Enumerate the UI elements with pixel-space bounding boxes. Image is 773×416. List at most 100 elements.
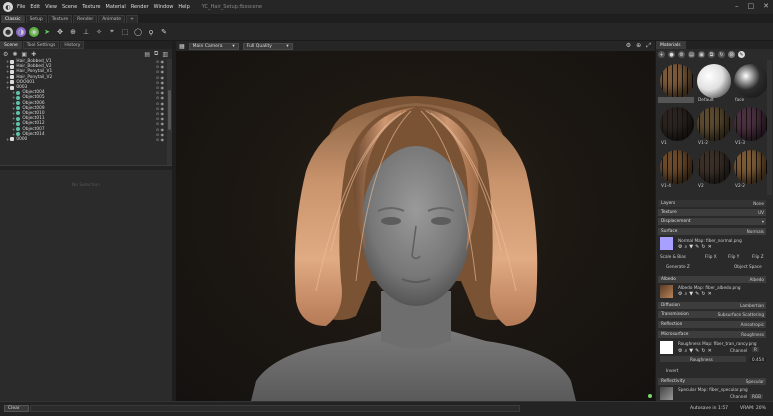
tab-animate[interactable]: Animate [98,15,126,23]
box-select-icon[interactable]: ⬚ [120,27,130,37]
scale-icon[interactable]: ⊥ [81,27,91,37]
diffusion-section[interactable]: Diffusion Lambertian [658,302,766,309]
gear-icon[interactable]: ⚙ [678,291,682,297]
fullscreen-icon[interactable]: ⤢ [646,42,651,50]
camera-icon[interactable]: ▣ [21,51,27,58]
materials-scrollbar[interactable] [767,60,772,195]
roughness-map-thumbnail[interactable] [660,341,673,354]
list-item[interactable]: +0000 ⊙ ◉ [0,137,167,142]
refresh-icon[interactable]: ↻ [701,348,705,354]
menu-item-texture[interactable]: Texture [82,4,100,10]
paint-select-icon[interactable]: ✎ [159,27,169,37]
tab-texture[interactable]: Texture [47,15,73,23]
material-preview-icon[interactable]: ◑ [16,26,26,37]
normal-map-thumbnail[interactable] [660,237,673,250]
menu-item-material[interactable]: Material [106,4,126,10]
search-icon[interactable]: ⌕ [684,348,687,354]
flip-x-checkbox[interactable]: Flip X [705,254,717,259]
tab-materials[interactable]: Materials [656,41,686,49]
close-icon[interactable]: ✕ [708,244,712,250]
close-icon[interactable]: ✕ [708,291,712,297]
bucket-icon[interactable]: ▼ [689,244,693,250]
material-swatch[interactable] [734,150,768,184]
visibility-icon[interactable]: ⊙ ◉ [156,137,164,142]
maximize-icon[interactable]: □ [748,2,755,10]
add-file-icon[interactable]: ▤ [144,51,150,58]
close-icon[interactable]: ✕ [708,348,712,354]
material-swatch[interactable] [697,150,731,184]
light-icon[interactable]: ✺ [12,51,17,58]
tab-tool-settings[interactable]: Tool Settings [22,41,60,49]
menu-item-file[interactable]: File [17,4,25,10]
save-icon[interactable]: ▣ [698,51,705,58]
folder-icon[interactable]: ▤ [688,51,695,58]
refresh-icon[interactable]: ↻ [701,244,705,250]
material-swatch[interactable] [660,64,694,98]
tab-setup[interactable]: Setup [25,15,47,23]
sphere-shading-icon[interactable]: ● [3,26,13,37]
material-swatch[interactable] [697,64,731,98]
delete-icon[interactable]: ▥ [162,51,168,58]
albedo-map-thumbnail[interactable] [660,285,673,298]
menu-item-view[interactable]: View [45,4,57,10]
transform-icon[interactable]: ✧ [94,27,104,37]
microsurface-section[interactable]: Microsurface Roughness [658,331,766,338]
flip-z-checkbox[interactable]: Flip Z [752,254,764,259]
specular-channel-dropdown[interactable]: RGB [750,394,764,399]
refresh-icon[interactable]: ↻ [701,291,705,297]
displacement-section[interactable]: Displacement ▾ [658,218,766,225]
search-icon[interactable]: ⌕ [684,244,687,250]
brush-icon[interactable]: ✎ [695,348,699,354]
surface-section[interactable]: Surface Normals [658,228,766,235]
bucket-icon[interactable]: ▼ [689,291,693,297]
flip-y-checkbox[interactable]: Flip Y [728,254,739,259]
outliner-scroll-thumb[interactable] [168,90,171,130]
texture-section[interactable]: Texture UV [658,209,766,216]
close-icon[interactable]: ✕ [763,2,769,10]
settings-icon[interactable]: ⚙ [626,42,631,50]
search-icon[interactable]: ⌕ [684,291,687,297]
clear-button[interactable]: Clear [4,405,29,412]
material-swatch[interactable] [734,64,768,98]
reflectivity-section[interactable]: Reflectivity Specular [658,378,766,385]
scale-bias-checkbox[interactable]: Scale & Bias [660,254,686,259]
roughness-value-field[interactable]: 0.454 [750,357,766,362]
generate-z-checkbox[interactable]: Generate Z [666,264,690,269]
tab-scene[interactable]: Scene [0,41,22,49]
material-swatch[interactable] [660,150,694,184]
duplicate-icon[interactable]: ⧉ [708,51,715,58]
tab-render[interactable]: Render [73,15,98,23]
expand-icon[interactable]: + [6,137,9,142]
circle-select-icon[interactable]: ◯ [133,27,143,37]
brush-icon[interactable]: ✎ [695,244,699,250]
refresh-icon[interactable]: ↻ [718,51,725,58]
quality-dropdown[interactable]: Full Quality ▾ [242,42,293,50]
reflection-section[interactable]: Reflection Anisotropic [658,321,766,328]
new-material-icon[interactable]: + [658,51,665,58]
camera-dropdown[interactable]: Main Camera ▾ [188,42,239,50]
tab-add[interactable]: + [126,15,138,23]
select-arrow-icon[interactable]: ➤ [42,27,52,37]
viewport-menu-icon[interactable]: ▦ [179,43,185,50]
tab-history[interactable]: History [60,41,85,49]
material-swatch[interactable] [734,107,768,141]
menu-item-window[interactable]: Window [154,4,174,10]
material-swatch[interactable] [660,107,694,141]
settings-icon[interactable]: ⚙ [3,51,8,58]
remove-icon[interactable]: ⊘ [728,51,735,58]
menu-item-help[interactable]: Help [178,4,189,10]
brush-icon[interactable]: ✎ [695,291,699,297]
invert-checkbox[interactable]: Invert [666,368,678,373]
lasso-icon[interactable]: ϙ [146,27,156,37]
bucket-icon[interactable]: ▼ [689,348,693,354]
object-space-checkbox[interactable]: Object Space [734,264,762,269]
albedo-section[interactable]: Albedo Albedo [658,276,766,283]
settings-icon[interactable]: ⚙ [678,51,685,58]
command-input[interactable] [30,405,520,412]
gear-icon[interactable]: ⚙ [678,244,682,250]
layers-row[interactable]: Layers None [658,200,766,207]
eyedropper-icon[interactable]: ✎ [738,51,745,58]
roughness-channel-dropdown[interactable]: R [752,347,759,352]
gear-icon[interactable]: ⚙ [678,348,682,354]
transmission-section[interactable]: Transmission Subsurface Scattering [658,311,766,318]
